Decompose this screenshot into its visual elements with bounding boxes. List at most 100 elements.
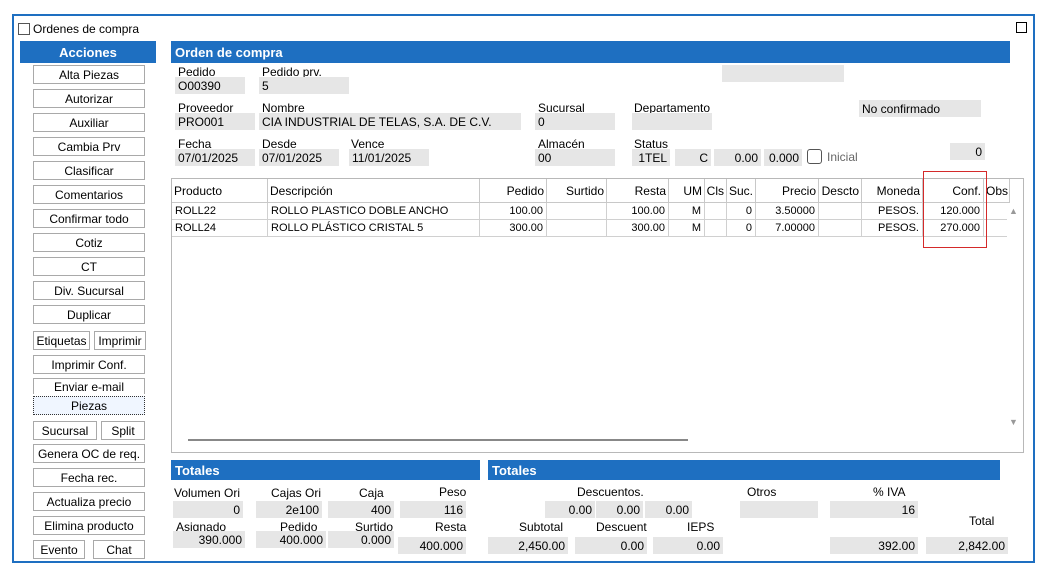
vertical-scrollbar[interactable]: ▲ ▼ — [1007, 203, 1023, 429]
cell-um[interactable]: M — [669, 220, 705, 237]
cell-precio[interactable]: 3.50000 — [756, 203, 819, 220]
volumen-ori-label: Volumen Ori — [174, 486, 241, 500]
maximize-icon[interactable] — [1016, 22, 1027, 33]
products-grid: Producto Descripción Pedido Surtido Resta UM C… — [171, 178, 1024, 453]
clasificar-button[interactable]: Clasificar — [33, 161, 145, 180]
column-header-um[interactable]: UM — [669, 179, 705, 203]
departamento-field[interactable] — [632, 113, 712, 130]
surtido-total-field: 0.000 — [328, 531, 394, 548]
imprimir-conf-button[interactable]: Imprimir Conf. — [33, 355, 145, 374]
split-button[interactable]: Split — [101, 421, 145, 440]
chat-button[interactable]: Chat — [93, 540, 145, 559]
top-right-field[interactable] — [722, 65, 844, 82]
scroll-down-icon[interactable]: ▼ — [1009, 417, 1018, 427]
cell-cls[interactable] — [705, 203, 727, 220]
cajas-ori-field: 2e100 — [256, 501, 322, 518]
cell-um[interactable]: M — [669, 203, 705, 220]
cambia-prv-button[interactable]: Cambia Prv — [33, 137, 145, 156]
fecha-rec-button[interactable]: Fecha rec. — [33, 468, 145, 487]
totales-right-bar: Totales — [488, 460, 1000, 480]
cell-descripcion[interactable]: ROLLO PLÁSTICO CRISTAL 5 — [268, 220, 480, 237]
cell-producto[interactable]: ROLL24 — [172, 220, 268, 237]
auxiliar-button[interactable]: Auxiliar — [33, 113, 145, 132]
column-header-precio[interactable]: Precio — [756, 179, 819, 203]
status2-field[interactable]: C — [675, 149, 711, 166]
actualiza-precio-button[interactable]: Actualiza precio — [33, 492, 145, 511]
cell-suc[interactable]: 0 — [727, 203, 756, 220]
column-header-resta[interactable]: Resta — [607, 179, 669, 203]
ct-button[interactable]: CT — [33, 257, 145, 276]
desde-field[interactable]: 07/01/2025 — [259, 149, 339, 166]
confirmar-todo-button[interactable]: Confirmar todo — [33, 209, 145, 228]
column-header-pedido[interactable]: Pedido — [480, 179, 547, 203]
duplicar-button[interactable]: Duplicar — [33, 305, 145, 324]
caja-field: 400 — [328, 501, 394, 518]
column-header-moneda[interactable]: Moneda — [862, 179, 923, 203]
pedido-prv-field[interactable]: 5 — [259, 77, 349, 94]
iva-field: 392.00 — [830, 537, 918, 554]
cell-surtido[interactable] — [547, 220, 607, 237]
value1-field[interactable]: 0.00 — [714, 149, 761, 166]
column-header-descto[interactable]: Descto — [819, 179, 862, 203]
cotiz-button[interactable]: Cotiz — [33, 233, 145, 252]
div-sucursal-button[interactable]: Div. Sucursal — [33, 281, 145, 300]
resta-total-label: Resta — [435, 520, 467, 534]
cell-pedido[interactable]: 100.00 — [480, 203, 547, 220]
sucursal-button[interactable]: Sucursal — [33, 421, 97, 440]
autorizar-button[interactable]: Autorizar — [33, 89, 145, 108]
cajas-ori-label: Cajas Ori — [271, 486, 322, 500]
window-title-text: Ordenes de compra — [33, 22, 140, 36]
pedido-total-field: 400.000 — [256, 531, 326, 548]
asignado-field: 390.000 — [173, 531, 245, 548]
peso-label: Peso — [439, 485, 467, 499]
status-field[interactable]: 1TEL — [632, 149, 670, 166]
horizontal-scrollbar[interactable] — [188, 439, 688, 441]
piezas-button[interactable]: Piezas — [33, 396, 145, 415]
proveedor-field[interactable]: PRO001 — [175, 113, 255, 130]
cell-pedido[interactable]: 300.00 — [480, 220, 547, 237]
etiquetas-button[interactable]: Etiquetas — [33, 331, 90, 350]
cell-moneda[interactable]: PESOS. — [862, 220, 923, 237]
almacen-field[interactable]: 00 — [535, 149, 615, 166]
cell-moneda[interactable]: PESOS. — [862, 203, 923, 220]
column-header-producto[interactable]: Producto — [172, 179, 268, 203]
column-header-obs[interactable]: Obs. — [984, 179, 1010, 203]
cell-resta[interactable]: 300.00 — [607, 220, 669, 237]
vence-field[interactable]: 11/01/2025 — [349, 149, 429, 166]
column-header-suc[interactable]: Suc. — [727, 179, 756, 203]
window-checkbox[interactable] — [18, 23, 30, 35]
imprimir-button[interactable]: Imprimir — [94, 331, 146, 350]
pedido-field[interactable]: O00390 — [175, 77, 245, 94]
column-header-descripcion[interactable]: Descripción — [268, 179, 480, 203]
cell-cls[interactable] — [705, 220, 727, 237]
genera-oc-button[interactable]: Genera OC de req. — [33, 444, 145, 463]
cell-descto[interactable] — [819, 220, 862, 237]
cell-producto[interactable]: ROLL22 — [172, 203, 268, 220]
scroll-up-icon[interactable]: ▲ — [1009, 206, 1018, 216]
column-header-cls[interactable]: Cls — [705, 179, 727, 203]
inicial-checkbox-group[interactable]: Inicial — [807, 149, 858, 164]
cell-surtido[interactable] — [547, 203, 607, 220]
enviar-email-button[interactable]: Enviar e-mail — [33, 378, 145, 394]
descuentos-label: Descuentos. — [577, 485, 644, 499]
nombre-field[interactable]: CIA INDUSTRIAL DE TELAS, S.A. DE C.V. — [259, 113, 521, 130]
cell-resta[interactable]: 100.00 — [607, 203, 669, 220]
cell-descto[interactable] — [819, 203, 862, 220]
cell-precio[interactable]: 7.00000 — [756, 220, 819, 237]
ieps-label: IEPS — [687, 520, 715, 534]
alta-piezas-button[interactable]: Alta Piezas — [33, 65, 145, 84]
inicial-checkbox[interactable] — [807, 149, 822, 164]
otros-label: Otros — [747, 485, 777, 499]
evento-button[interactable]: Evento — [33, 540, 85, 559]
comentarios-button[interactable]: Comentarios — [33, 185, 145, 204]
elimina-producto-button[interactable]: Elimina producto — [33, 516, 145, 535]
value2-field[interactable]: 0.000 — [764, 149, 802, 166]
cell-descripcion[interactable]: ROLLO PLASTICO DOBLE ANCHO — [268, 203, 480, 220]
sucursal-field[interactable]: 0 — [535, 113, 615, 130]
column-header-surtido[interactable]: Surtido — [547, 179, 607, 203]
descuento2-field: 0.00 — [596, 501, 643, 518]
subtotal-label: Subtotal — [519, 520, 564, 534]
right-value-field: 0 — [950, 143, 985, 160]
cell-suc[interactable]: 0 — [727, 220, 756, 237]
fecha-field[interactable]: 07/01/2025 — [175, 149, 255, 166]
